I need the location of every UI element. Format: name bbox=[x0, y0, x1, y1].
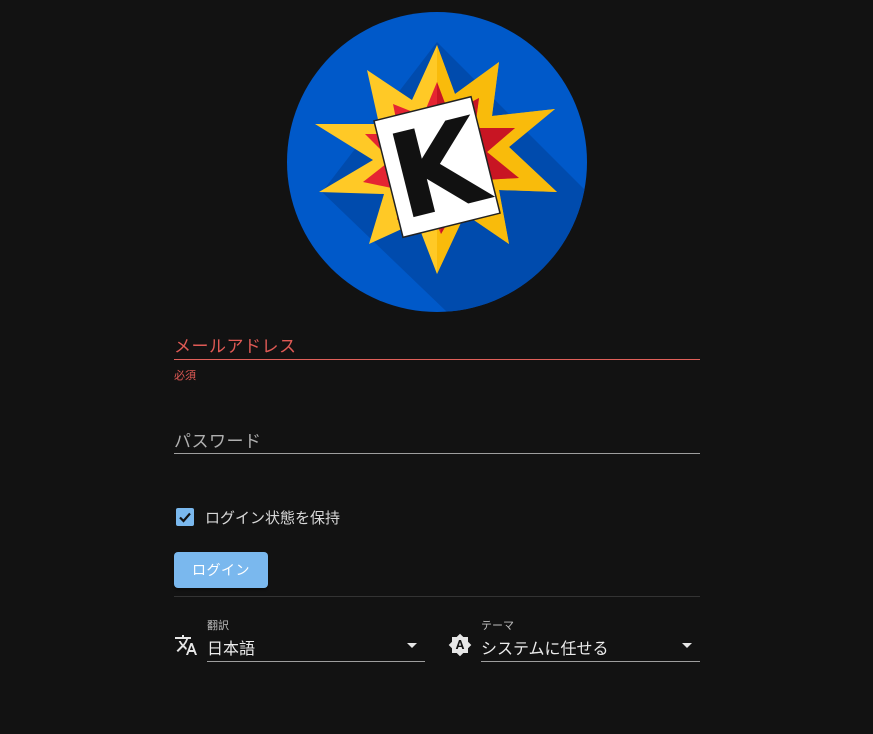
theme-caption: テーマ bbox=[481, 619, 514, 632]
password-underline bbox=[174, 453, 700, 454]
theme-select-group: テーマ システムに任せる bbox=[448, 616, 700, 662]
password-field-container: パスワード bbox=[174, 422, 700, 456]
language-caption: 翻訳 bbox=[207, 619, 229, 632]
password-field[interactable] bbox=[174, 422, 700, 454]
remember-me-label[interactable]: ログイン状態を保持 bbox=[205, 507, 340, 528]
chevron-down-icon[interactable] bbox=[682, 643, 692, 648]
login-button[interactable]: ログイン bbox=[174, 552, 268, 588]
language-select-group: 翻訳 日本語 bbox=[174, 616, 425, 662]
email-error-text: 必須 bbox=[174, 369, 196, 382]
language-value[interactable]: 日本語 bbox=[207, 635, 255, 659]
language-select[interactable]: 翻訳 日本語 bbox=[207, 616, 425, 662]
chevron-down-icon[interactable] bbox=[407, 643, 417, 648]
email-underline bbox=[174, 359, 700, 360]
checkbox-checked-icon[interactable] bbox=[176, 508, 194, 526]
email-field[interactable] bbox=[174, 328, 700, 360]
remember-me-checkbox[interactable]: ログイン状態を保持 bbox=[176, 506, 340, 528]
theme-underline bbox=[481, 661, 700, 662]
theme-value[interactable]: システムに任せる bbox=[481, 635, 609, 659]
theme-select[interactable]: テーマ システムに任せる bbox=[481, 616, 700, 662]
email-field-container: メールアドレス 必須 bbox=[174, 328, 700, 386]
divider bbox=[174, 596, 700, 597]
translate-icon bbox=[174, 633, 198, 657]
app-logo: K bbox=[287, 12, 587, 312]
login-page: K メールアドレス 必須 パスワード ログイン状態を保持 ログイン 翻訳 日本語… bbox=[0, 0, 873, 734]
brightness-auto-icon bbox=[448, 633, 472, 657]
language-underline bbox=[207, 661, 425, 662]
